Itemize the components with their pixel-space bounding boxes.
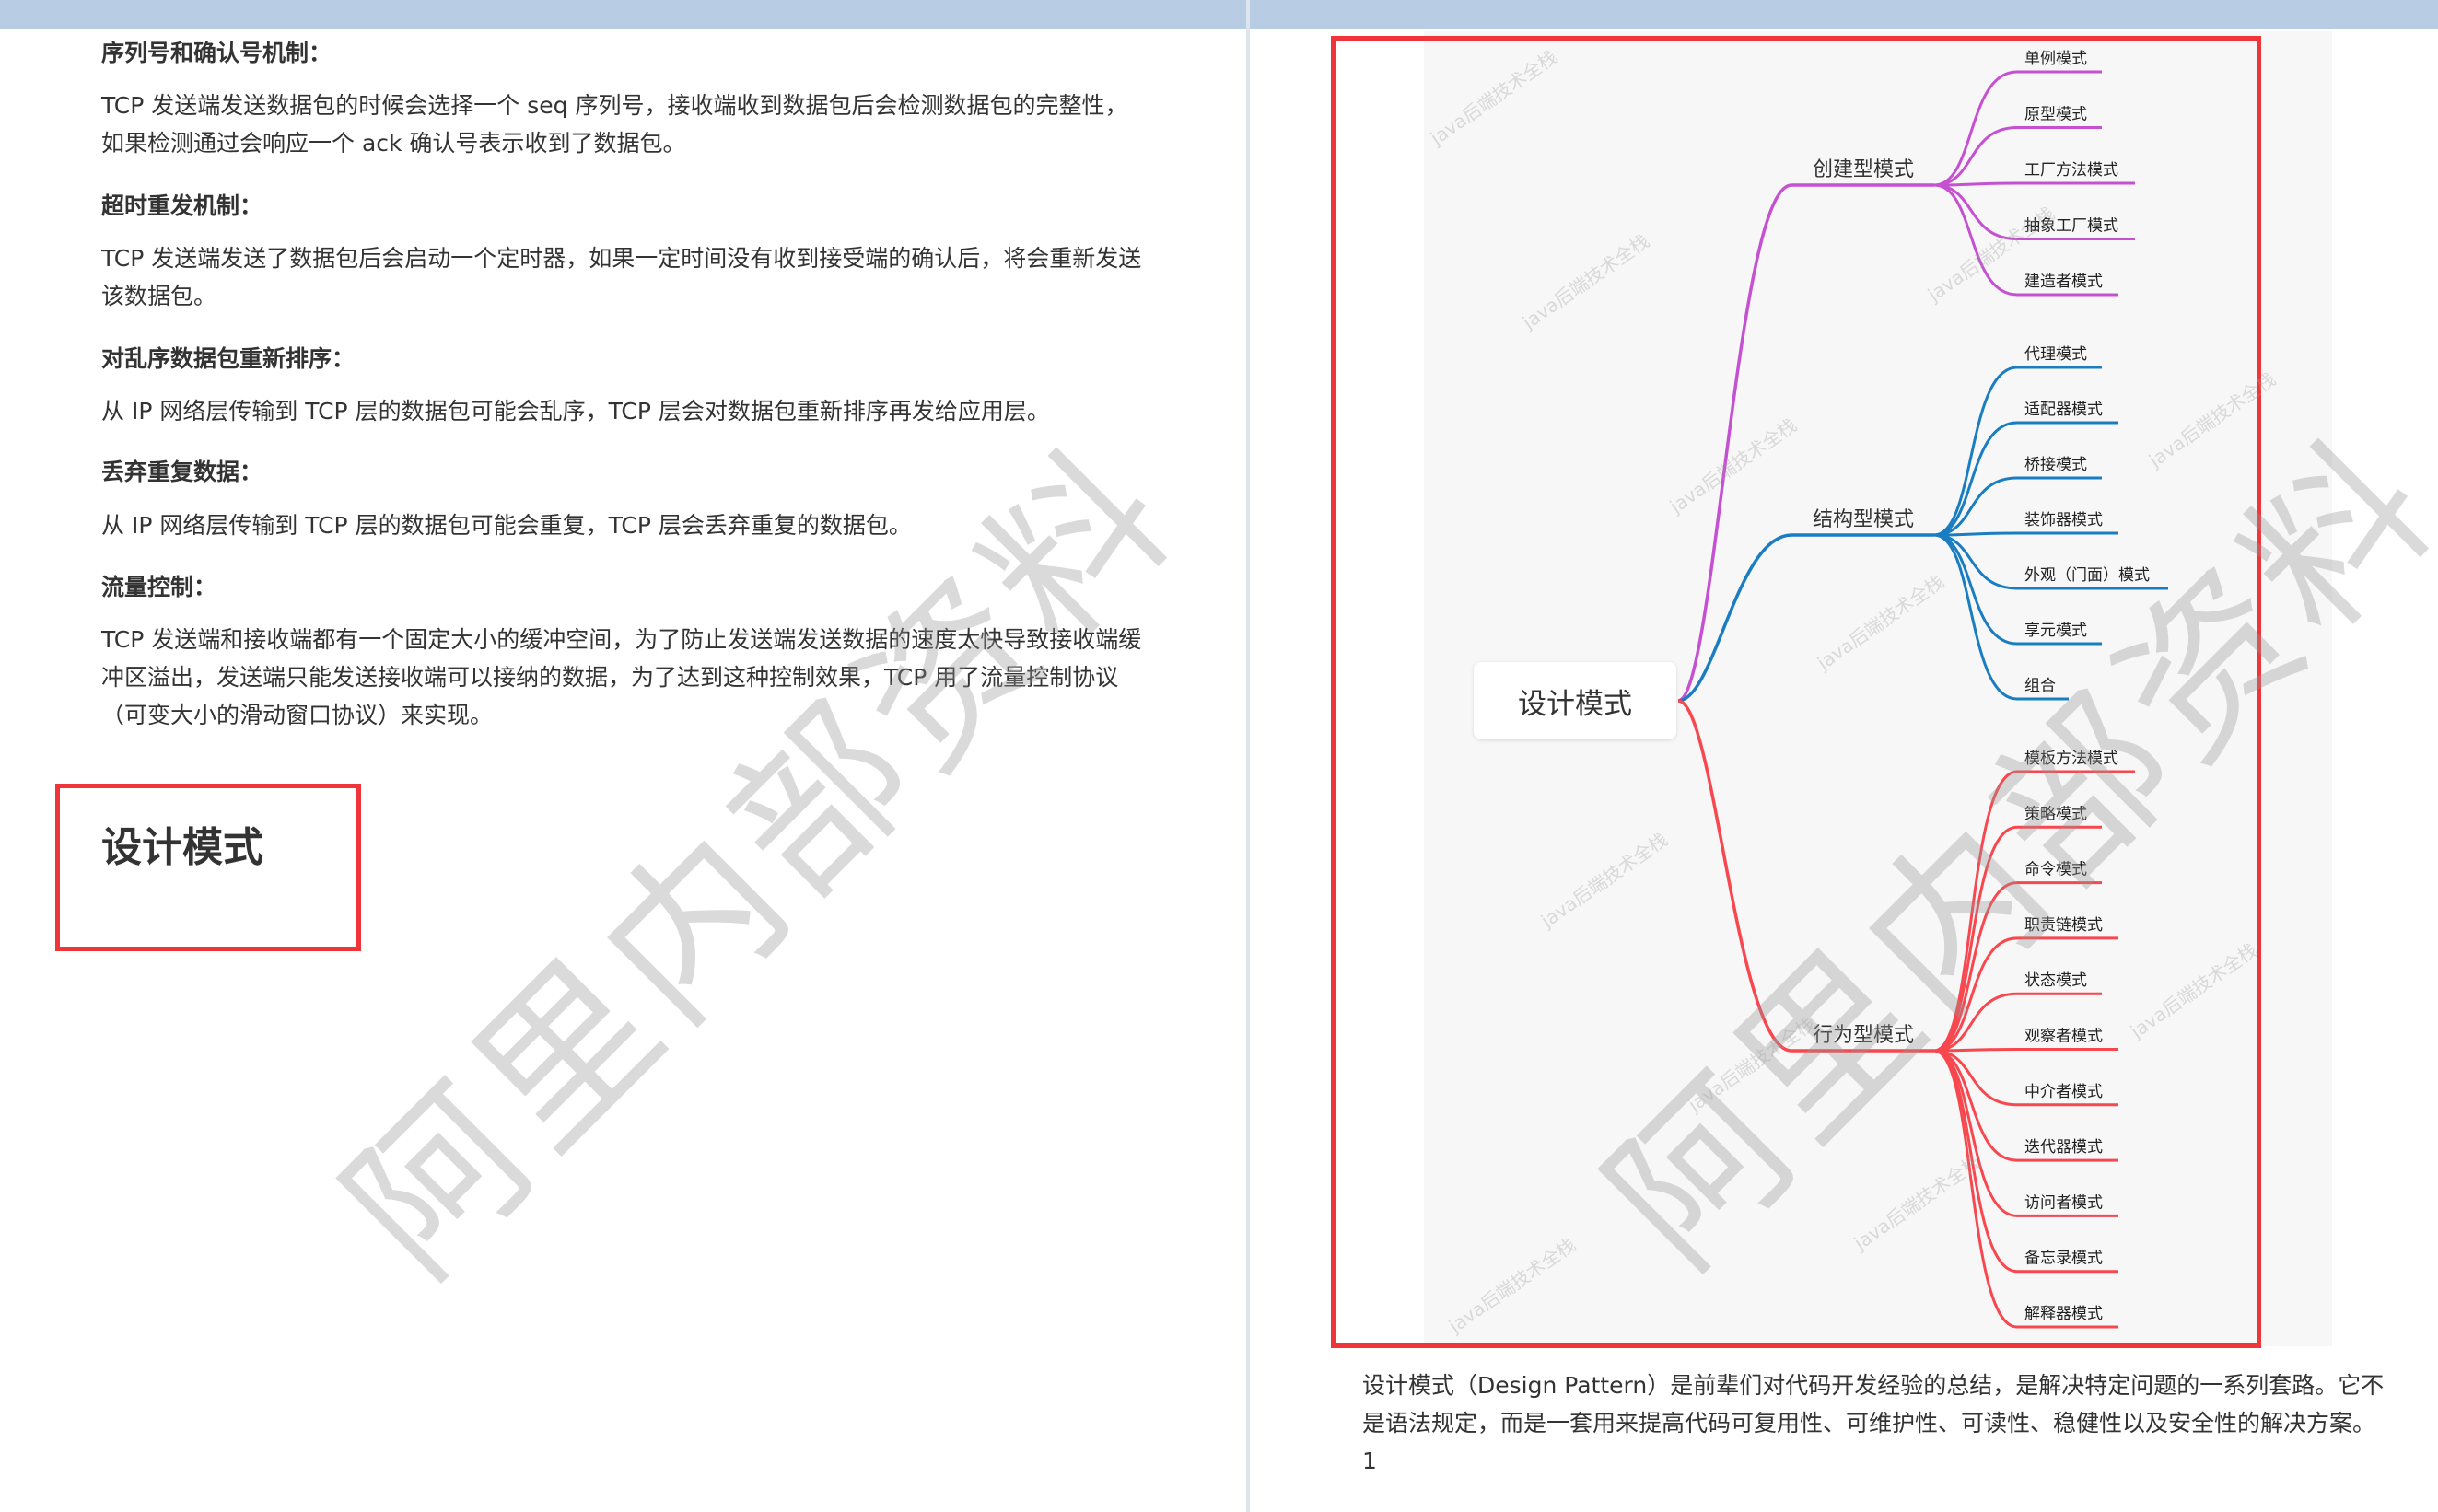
design-pattern-caption: 设计模式（Design Pattern）是前辈们对代码开发经验的总结，是解决特定… [1362,1372,2385,1474]
highlight-box-mindmap [1331,36,2261,1348]
